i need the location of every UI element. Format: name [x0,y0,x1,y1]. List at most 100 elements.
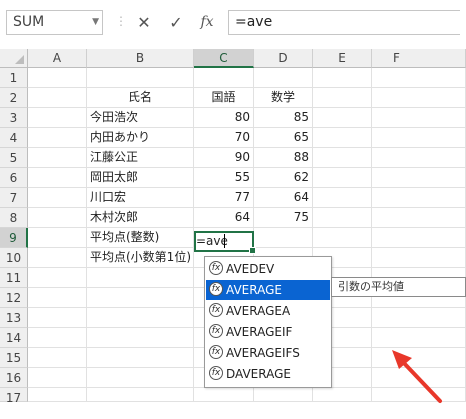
student-name-cell[interactable]: 岡田太郎 [87,168,194,188]
row-header[interactable]: 3 [0,108,28,128]
formula-input[interactable]: =ave [228,10,460,35]
sugaku-score-cell[interactable]: 88 [254,148,313,168]
grid-cell[interactable] [87,268,194,288]
kokugo-score-cell[interactable]: 80 [194,108,254,128]
insert-function-icon[interactable]: fx [195,10,219,35]
grid-cell[interactable] [372,308,466,328]
row-header[interactable]: 8 [0,208,28,228]
row-header[interactable]: 11 [0,268,28,288]
grid-cell[interactable] [313,148,372,168]
kokugo-score-cell[interactable]: 70 [194,128,254,148]
grid-cell[interactable] [28,368,87,388]
column-header-e[interactable]: E [313,49,372,68]
grid-cell[interactable] [313,388,372,402]
student-name-cell[interactable]: 江藤公正 [87,148,194,168]
row-header[interactable]: 1 [0,68,28,88]
grid-cell[interactable] [372,228,466,248]
grid-cell[interactable] [28,68,87,88]
grid-cell[interactable] [372,168,466,188]
grid-cell[interactable] [372,128,466,148]
grid-cell[interactable] [313,128,372,148]
kokugo-score-cell[interactable]: 90 [194,148,254,168]
student-name-cell[interactable]: 木村次郎 [87,208,194,228]
sugaku-score-cell[interactable]: 75 [254,208,313,228]
row-header[interactable]: 12 [0,288,28,308]
row-header[interactable]: 4 [0,128,28,148]
cancel-icon[interactable]: ✕ [132,10,156,35]
header-sugaku-cell[interactable]: 数学 [254,88,313,108]
grid-cell[interactable] [372,208,466,228]
grid-cell[interactable] [28,148,87,168]
autocomplete-item-daverage[interactable]: fx DAVERAGE [206,364,330,384]
row-header[interactable]: 7 [0,188,28,208]
grid-cell[interactable] [372,108,466,128]
grid-cell[interactable] [313,88,372,108]
column-header-b[interactable]: B [87,49,194,68]
grid-cell[interactable] [28,268,87,288]
grid-cell[interactable] [313,228,372,248]
grid-cell[interactable] [28,348,87,368]
autocomplete-item-averageif[interactable]: fx AVERAGEIF [206,322,330,342]
grid-cell[interactable] [313,108,372,128]
header-name-cell[interactable]: 氏名 [87,88,194,108]
grid-cell[interactable] [313,68,372,88]
grid-cell[interactable] [28,128,87,148]
autocomplete-item-averagea[interactable]: fx AVERAGEA [206,301,330,321]
header-kokugo-cell[interactable]: 国語 [194,88,254,108]
grid-cell[interactable] [28,228,87,248]
row-header[interactable]: 16 [0,368,28,388]
grid-cell[interactable] [28,288,87,308]
grid-cell[interactable] [87,68,194,88]
column-header-c[interactable]: C [194,49,254,68]
select-all-corner[interactable] [0,49,28,68]
student-name-cell[interactable]: 川口宏 [87,188,194,208]
sugaku-score-cell[interactable]: 62 [254,168,313,188]
grid-cell[interactable] [254,388,313,402]
grid-cell[interactable] [372,148,466,168]
row-header[interactable]: 15 [0,348,28,368]
student-name-cell[interactable]: 内田あかり [87,128,194,148]
row-header[interactable]: 5 [0,148,28,168]
fill-handle[interactable] [249,247,256,254]
grid-cell[interactable] [87,288,194,308]
grid-cell[interactable] [372,88,466,108]
grid-cell[interactable] [87,308,194,328]
grid-cell[interactable] [372,248,466,268]
grid-cell[interactable] [372,188,466,208]
grid-cell[interactable] [372,328,466,348]
column-header-d[interactable]: D [254,49,313,68]
row-header[interactable]: 13 [0,308,28,328]
sugaku-score-cell[interactable]: 64 [254,188,313,208]
sugaku-score-cell[interactable]: 65 [254,128,313,148]
grid-cell[interactable] [28,188,87,208]
grid-cell[interactable] [28,88,87,108]
grid-cell[interactable] [313,168,372,188]
grid-cell[interactable] [194,68,254,88]
grid-cell[interactable] [254,228,313,248]
grid-cell[interactable] [28,208,87,228]
autocomplete-item-avedev[interactable]: fx AVEDEV [206,259,330,279]
row-header[interactable]: 6 [0,168,28,188]
column-header-f[interactable]: F [372,49,466,68]
chevron-down-icon[interactable]: ▼ [92,11,99,34]
row-header[interactable]: 2 [0,88,28,108]
grid-cell[interactable] [28,248,87,268]
kokugo-score-cell[interactable]: 55 [194,168,254,188]
grid-cell[interactable] [28,168,87,188]
average-integer-label-cell[interactable]: 平均点(整数) [87,228,194,248]
grid-cell[interactable] [313,188,372,208]
grid-cell[interactable] [194,388,254,402]
name-box[interactable]: SUM ▼ [6,10,103,35]
autocomplete-item-averageifs[interactable]: fx AVERAGEIFS [206,343,330,363]
grid-cell[interactable] [372,68,466,88]
grid-cell[interactable] [87,388,194,402]
row-header[interactable]: 17 [0,388,28,405]
grid-cell[interactable] [87,348,194,368]
student-name-cell[interactable]: 今田浩次 [87,108,194,128]
function-autocomplete-list[interactable]: fx AVEDEV fx AVERAGE fx AVERAGEA fx AVER… [204,256,332,388]
grid-cell[interactable] [28,328,87,348]
enter-check-icon[interactable]: ✓ [164,10,188,35]
row-header[interactable]: 9 [0,228,28,248]
kokugo-score-cell[interactable]: 64 [194,208,254,228]
kokugo-score-cell[interactable]: 77 [194,188,254,208]
